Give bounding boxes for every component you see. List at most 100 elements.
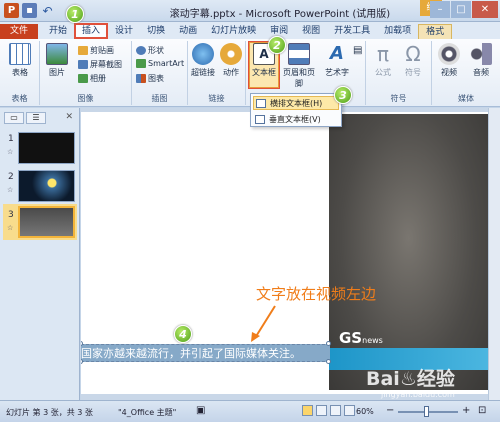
vertical-textbox-item[interactable]: 垂直文本框(V) (253, 112, 339, 126)
table-button[interactable]: 表格 (5, 43, 35, 78)
table-label: 表格 (12, 68, 28, 77)
window-controls: – □ ✕ (430, 1, 498, 18)
tab-view[interactable]: 视图 (295, 24, 327, 39)
undo-icon[interactable]: ↶ (40, 3, 55, 18)
clipart-button[interactable]: 剪贴画 (78, 45, 114, 56)
zoom-out-icon[interactable]: − (386, 405, 394, 416)
tab-slideshow[interactable]: 幻灯片放映 (204, 24, 263, 39)
smartart-icon (136, 59, 146, 68)
group-illustrations: 形状 SmartArt 图表 插图 (132, 41, 188, 105)
resize-handle[interactable] (326, 359, 331, 364)
hyperlink-button[interactable]: 超链接 (188, 43, 218, 78)
horizontal-textbox-item[interactable]: 横排文本框(H) (253, 96, 339, 110)
step-marker-3: 3 (334, 86, 352, 104)
smartart-label: SmartArt (148, 59, 185, 68)
wordart-button[interactable]: A 艺术字 (320, 43, 354, 78)
save-icon[interactable]: ▪ (22, 3, 37, 18)
group-media: 视频 音频 媒体 (432, 41, 500, 105)
slides-tab[interactable]: ▭ (4, 112, 24, 124)
tab-design[interactable]: 设计 (108, 24, 140, 39)
textbox-label: 文本框 (252, 68, 276, 77)
logo-sub-text: news (362, 336, 383, 345)
scrolling-text-box[interactable]: 国家亦越来越流行，并引起了国际媒体关注。 (81, 344, 330, 362)
speaker-icon (470, 43, 492, 65)
shapes-label: 形状 (148, 46, 164, 55)
transition-star-icon: ☆ (7, 186, 14, 194)
pane-close-icon[interactable]: ✕ (65, 112, 73, 122)
group-symbols: π 公式 Ω 符号 符号 (366, 41, 432, 105)
tab-developer[interactable]: 开发工具 (327, 24, 377, 39)
smartart-button[interactable]: SmartArt (136, 59, 184, 68)
symbol-button[interactable]: Ω 符号 (398, 43, 428, 78)
step-marker-1: 1 (66, 5, 84, 23)
group-images: 图片 剪贴画 屏幕截图 相册 图像 (40, 41, 132, 105)
transition-star-icon: ☆ (7, 148, 14, 156)
zoom-in-icon[interactable]: + (462, 405, 470, 416)
video-button[interactable]: 视频 (434, 43, 464, 78)
chart-button[interactable]: 图表 (136, 73, 164, 84)
reading-view-icon[interactable] (330, 405, 341, 416)
album-label: 相册 (90, 74, 106, 83)
textbox-dropdown-menu: 横排文本框(H) 垂直文本框(V) (250, 93, 342, 127)
slide-number: 1 (8, 134, 14, 144)
gs-news-logo: GSnews (339, 329, 383, 347)
maximize-button[interactable]: □ (451, 1, 471, 18)
text-more-icon[interactable]: ▤ (353, 45, 362, 56)
zoom-level: 60% (356, 407, 374, 416)
action-button[interactable]: 动作 (216, 43, 246, 78)
horizontal-textbox-icon (256, 98, 266, 108)
table-icon (9, 43, 31, 65)
slide-number: 2 (8, 172, 14, 182)
picture-icon (46, 43, 68, 65)
close-button[interactable]: ✕ (472, 1, 498, 18)
slideshow-view-icon[interactable] (344, 405, 355, 416)
slide-number: 3 (8, 210, 14, 220)
screenshot-label: 屏幕截图 (90, 60, 122, 69)
resize-handle[interactable] (326, 341, 331, 346)
picture-label: 图片 (49, 68, 65, 77)
screenshot-button[interactable]: 屏幕截图 (78, 59, 122, 70)
equation-button[interactable]: π 公式 (368, 43, 398, 78)
header-footer-button[interactable]: 页眉和页脚 (280, 43, 318, 89)
outline-tab[interactable]: ☰ (26, 112, 46, 124)
tab-home[interactable]: 开始 (42, 24, 74, 39)
theme-name: "4_Office 主题" (118, 408, 177, 417)
slides-pane: ▭ ☰ ✕ 1 ☆ 2 ☆ 3 ☆ (0, 108, 80, 400)
header-footer-label: 页眉和页脚 (283, 68, 315, 88)
fit-slide-icon[interactable]: ⊡ (478, 405, 486, 416)
tab-file[interactable]: 文件 (0, 24, 39, 39)
shapes-button[interactable]: 形状 (136, 45, 164, 56)
logo-main-text: GS (339, 329, 363, 347)
wordart-icon: A (330, 43, 344, 64)
audio-button[interactable]: 音频 (466, 43, 496, 78)
status-bar: 幻灯片 第 3 张，共 3 张 "4_Office 主题" ▣ 60% − + … (0, 400, 500, 422)
header-footer-icon (288, 43, 310, 65)
minimize-button[interactable]: – (430, 1, 450, 18)
slide-sorter-view-icon[interactable] (316, 405, 327, 416)
step-marker-2: 2 (268, 36, 286, 54)
album-button[interactable]: 相册 (78, 73, 106, 84)
slide-thumbnail-1[interactable] (18, 132, 75, 164)
equation-label: 公式 (375, 68, 391, 77)
window-title: 滚动字幕.pptx - Microsoft PowerPoint (试用版) (169, 9, 391, 20)
tab-addins[interactable]: 加载项 (377, 24, 418, 39)
view-buttons (302, 405, 355, 416)
audio-label: 音频 (473, 68, 489, 77)
tab-insert[interactable]: 插入 (74, 23, 109, 39)
picture-button[interactable]: 图片 (42, 43, 72, 78)
normal-view-icon[interactable] (302, 405, 313, 416)
slide-thumbnail-2[interactable] (18, 170, 75, 202)
annotation-callout: 文字放在视频左边 (256, 285, 377, 303)
tab-animations[interactable]: 动画 (172, 24, 204, 39)
pi-icon: π (376, 42, 390, 66)
omega-icon: Ω (405, 42, 421, 66)
tab-format[interactable]: 格式 (418, 24, 453, 39)
group-links: 超链接 动作 链接 (188, 41, 246, 105)
vertical-scrollbar[interactable] (488, 108, 500, 400)
zoom-slider-knob[interactable] (424, 406, 429, 417)
tab-transitions[interactable]: 切换 (140, 24, 172, 39)
hyperlink-label: 超链接 (191, 68, 215, 77)
language-icon[interactable]: ▣ (196, 405, 205, 416)
slide-thumbnail-3[interactable] (18, 206, 75, 238)
powerpoint-logo-icon[interactable]: P (4, 3, 19, 18)
